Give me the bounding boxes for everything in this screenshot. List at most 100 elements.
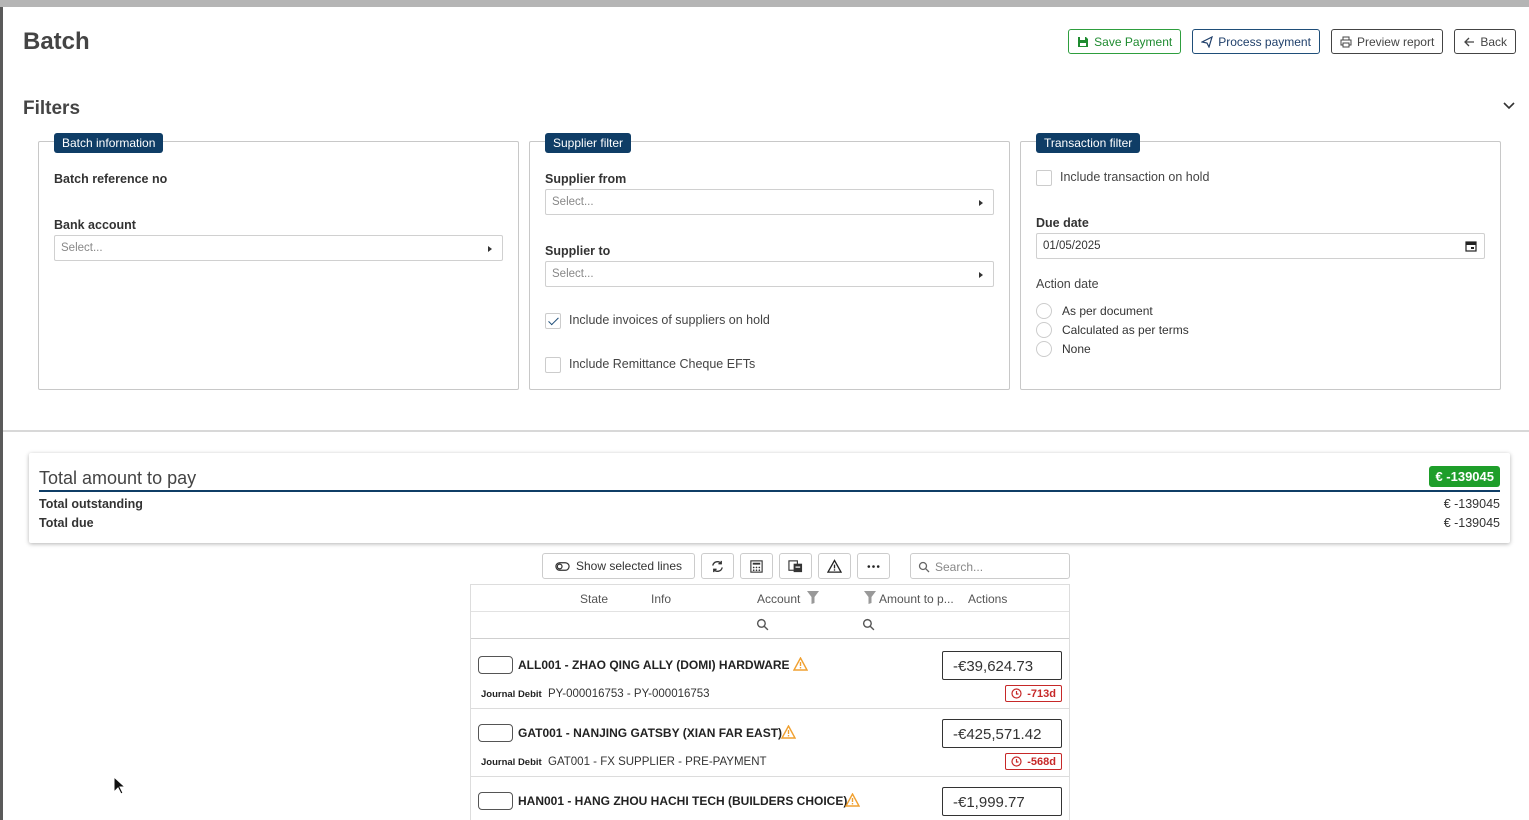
back-label: Back — [1480, 34, 1507, 49]
row-overdue-badge: -568d — [1005, 753, 1062, 770]
grid-search-input[interactable]: Search... — [910, 553, 1070, 579]
chevron-down-icon[interactable] — [1502, 99, 1516, 113]
action-date-label: Action date — [1036, 277, 1099, 291]
row-amount-input[interactable]: -€425,571.42 — [942, 719, 1062, 748]
row-amount-input[interactable]: -€1,999.77 — [942, 787, 1062, 816]
send-icon — [1201, 35, 1214, 48]
row-supplier-name: HAN001 - HANG ZHOU HACHI TECH (BUILDERS … — [518, 794, 848, 808]
calculator-button[interactable] — [740, 553, 773, 579]
row-overdue-badge: -713d — [1005, 685, 1062, 702]
top-actions: Save Payment Process payment Preview rep… — [1068, 29, 1516, 54]
show-selected-lines-button[interactable]: Show selected lines — [542, 553, 695, 579]
caret-right-icon — [979, 200, 983, 206]
radio-as-per-document[interactable] — [1036, 303, 1052, 319]
row-amount-value: -€425,571.42 — [953, 726, 1042, 743]
supplier-from-select[interactable]: Select... — [545, 189, 994, 215]
filter-funnel-icon[interactable] — [863, 590, 877, 605]
payment-grid: State Info Account Amount to p... Action… — [470, 584, 1070, 820]
clock-icon — [1011, 756, 1022, 767]
radio-calculated-as-per-terms[interactable] — [1036, 322, 1052, 338]
table-row[interactable]: HAN001 - HANG ZHOU HACHI TECH (BUILDERS … — [471, 777, 1069, 820]
warning-icon — [845, 793, 860, 807]
row-select-toggle[interactable] — [478, 792, 513, 810]
warnings-button[interactable] — [818, 553, 851, 579]
bank-account-placeholder: Select... — [61, 242, 103, 254]
supplier-filter-tag: Supplier filter — [545, 133, 632, 153]
col-info[interactable]: Info — [651, 592, 671, 606]
batch-information-panel: Batch information Batch reference no Ban… — [38, 133, 519, 390]
process-payment-button[interactable]: Process payment — [1192, 29, 1320, 54]
bank-account-select[interactable]: Select... — [54, 235, 503, 261]
refresh-button[interactable] — [701, 553, 734, 579]
radio-as-per-document-label: As per document — [1062, 304, 1153, 318]
preview-report-button[interactable]: Preview report — [1330, 29, 1444, 54]
search-icon — [918, 561, 930, 573]
caret-right-icon — [979, 272, 983, 278]
arrow-left-icon — [1464, 37, 1475, 46]
total-outstanding-value: € -139045 — [1443, 497, 1500, 511]
table-row[interactable]: GAT001 - NANJING GATSBY (XIAN FAR EAST) … — [471, 709, 1069, 777]
grid-toolbar: Show selected lines — [542, 553, 890, 579]
mouse-cursor-icon — [113, 776, 125, 795]
include-remittance-label: Include Remittance Cheque EFTs — [569, 357, 756, 371]
supplier-filter-panel: Supplier filter Supplier from Select... … — [529, 133, 1010, 390]
back-button[interactable]: Back — [1454, 29, 1516, 54]
save-icon — [1078, 36, 1089, 47]
left-edge — [0, 7, 3, 820]
col-state[interactable]: State — [580, 592, 608, 606]
supplier-from-label: Supplier from — [545, 172, 627, 186]
warning-icon — [793, 657, 808, 671]
grid-filter-row — [471, 612, 1069, 639]
preview-report-label: Preview report — [1356, 34, 1435, 49]
row-description: PY-000016753 - PY-000016753 — [548, 688, 710, 700]
ellipsis-icon — [867, 564, 880, 568]
row-description: GAT001 - FX SUPPLIER - PRE-PAYMENT — [548, 756, 767, 768]
filters-title: Filters — [23, 98, 81, 119]
calculator-icon — [750, 559, 763, 573]
include-transaction-hold-checkbox[interactable] — [1036, 170, 1052, 186]
include-remittance-checkbox[interactable] — [545, 357, 561, 373]
translate-icon — [788, 559, 803, 572]
calendar-icon[interactable] — [1465, 240, 1477, 252]
col-actions: Actions — [968, 592, 1008, 606]
total-amount-title: Total amount to pay — [39, 468, 197, 488]
supplier-to-placeholder: Select... — [552, 268, 594, 280]
warning-icon — [781, 725, 796, 739]
row-overdue-days: -568d — [1027, 756, 1056, 768]
radio-none[interactable] — [1036, 341, 1052, 357]
row-amount-input[interactable]: -€39,624.73 — [942, 651, 1062, 680]
grid-search-placeholder: Search... — [935, 560, 984, 574]
due-date-value: 01/05/2025 — [1043, 240, 1101, 252]
totals-underline — [39, 490, 1500, 492]
table-row[interactable]: ALL001 - ZHAO QING ALLY (DOMI) HARDWARE … — [471, 641, 1069, 709]
toggle-icon — [555, 561, 570, 571]
filter-funnel-icon[interactable] — [806, 590, 820, 605]
radio-none-label: None — [1062, 342, 1091, 356]
supplier-to-select[interactable]: Select... — [545, 261, 994, 287]
save-payment-button[interactable]: Save Payment — [1068, 29, 1182, 54]
include-on-hold-checkbox[interactable] — [545, 313, 561, 329]
radio-calculated-label: Calculated as per terms — [1062, 323, 1189, 337]
window-top-bar — [0, 0, 1529, 7]
page-title: Batch — [23, 28, 90, 55]
row-supplier-name: GAT001 - NANJING GATSBY (XIAN FAR EAST) — [518, 726, 783, 740]
section-divider — [3, 430, 1529, 432]
more-options-button[interactable] — [857, 553, 890, 579]
row-document-type: Journal Debit — [481, 689, 542, 700]
translate-button[interactable] — [779, 553, 812, 579]
row-select-toggle[interactable] — [478, 656, 513, 674]
search-icon[interactable] — [756, 618, 769, 631]
batch-information-tag: Batch information — [54, 133, 164, 153]
supplier-to-label: Supplier to — [545, 244, 611, 258]
due-date-input[interactable]: 01/05/2025 — [1036, 233, 1485, 259]
supplier-from-placeholder: Select... — [552, 196, 594, 208]
total-due-label: Total due — [39, 516, 94, 530]
col-amount-to-pay[interactable]: Amount to p... — [879, 592, 954, 606]
total-amount-badge: € -139045 — [1429, 466, 1500, 487]
show-selected-lines-label: Show selected lines — [575, 559, 683, 573]
row-select-toggle[interactable] — [478, 724, 513, 742]
search-icon[interactable] — [862, 618, 875, 631]
totals-card: Total amount to pay € -139045 Total outs… — [29, 453, 1510, 543]
caret-right-icon — [488, 246, 492, 252]
col-account[interactable]: Account — [757, 592, 800, 606]
